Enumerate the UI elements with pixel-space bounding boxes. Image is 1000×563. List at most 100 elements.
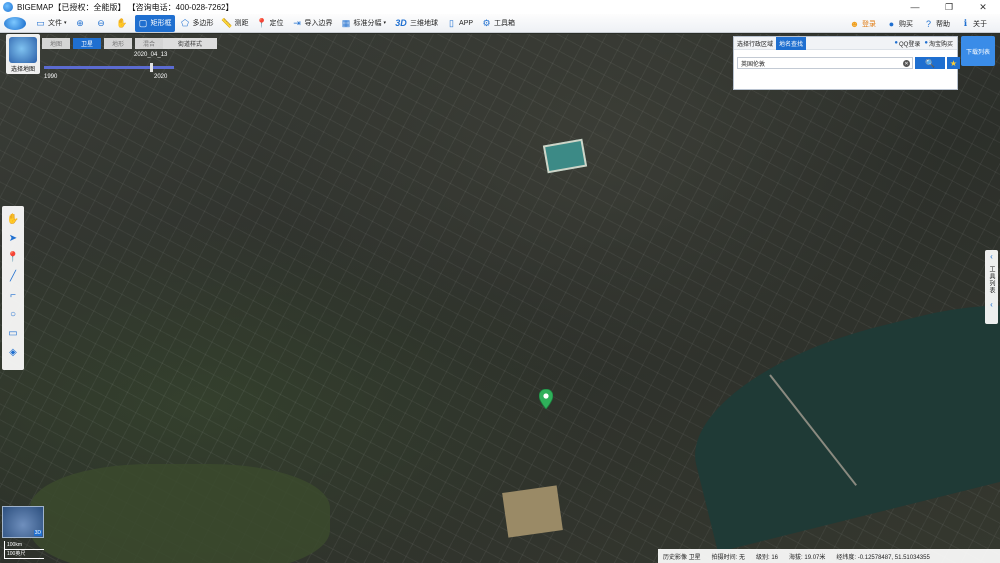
overview-minimap[interactable]: 3D (2, 506, 44, 538)
history-timeline: 2020_04_13 1990 2020 (44, 52, 174, 82)
3d-icon: 3D (395, 18, 407, 28)
import-boundary-label: 导入边界 (304, 20, 333, 27)
file-menu[interactable]: ▭ 文件 ▾ (32, 15, 70, 32)
qq-login-link[interactable]: ● QQ登录 (894, 39, 920, 48)
polyline-tool-icon[interactable]: ⌐ (4, 286, 22, 305)
polygon-button[interactable]: ⬠ 多边形 (177, 15, 217, 32)
layer-selector-label: 选择地图 (10, 67, 35, 73)
map-scale: 100km 100英尺 (4, 541, 44, 559)
search-icon: 🔍 (925, 58, 935, 68)
grid-button[interactable]: ▦ 标准分幅 ▾ (338, 15, 390, 32)
minimap-3d-badge[interactable]: 3D (33, 530, 42, 536)
favorite-button[interactable]: ★ (947, 57, 960, 69)
globe-thumbnail-icon (9, 37, 37, 63)
window-controls: — ❐ ✕ (898, 0, 1000, 14)
taobao-link[interactable]: ● 淘宝购买 (924, 39, 953, 48)
minimize-icon[interactable]: — (898, 0, 932, 14)
ruler-icon: 📏 (221, 17, 233, 28)
pointer-tool-icon[interactable]: ➤ (4, 229, 22, 248)
buy-button[interactable]: ● 购买 (883, 15, 916, 32)
map-parade-ground (502, 485, 563, 538)
info-icon: ℹ (963, 18, 968, 28)
status-lonlat: 经纬度: -0.12578487, 51.51034355 (836, 554, 930, 561)
tab-terrain[interactable]: 地形 (104, 38, 132, 49)
zoom-in-icon: ⊕ (76, 17, 84, 28)
map-river (674, 275, 1000, 553)
marker-tool-icon[interactable]: 📍 (4, 248, 22, 267)
tab-admin-region[interactable]: 选择行政区域 (734, 37, 776, 50)
help-button[interactable]: ? 帮助 (920, 15, 953, 32)
eraser-tool-icon[interactable]: ◈ (4, 343, 22, 362)
search-tabs: 选择行政区域 地名查找 ● QQ登录 ● 淘宝购买 (734, 36, 957, 50)
timeline-slider[interactable] (44, 63, 174, 72)
about-label: 关于 (973, 20, 987, 28)
hand-icon: ✋ (116, 17, 128, 28)
about-button[interactable]: ℹ 关于 (957, 15, 990, 32)
app-button[interactable]: ▯ APP (443, 15, 476, 32)
search-query: 英国伦敦 (741, 61, 766, 68)
toolbox-button[interactable]: ⚙ 工具箱 (478, 15, 518, 32)
folder-icon: ▭ (36, 17, 45, 28)
tab-satellite[interactable]: 卫星 (73, 38, 101, 49)
import-boundary-button[interactable]: ⇥ 导入边界 (289, 15, 336, 32)
tab-map[interactable]: 地图 (42, 38, 70, 49)
status-history[interactable]: 历史影像 卫星 (663, 552, 701, 561)
main-toolbar: ▭ 文件 ▾ ⊕ ⊖ ✋ ▢ 矩形框 ⬠ 多边形 📏 测距 📍 定位 ⇥ 导入边… (0, 14, 1000, 33)
title-bar: BIGEMAP【已授权：全能版】 【咨询电话：400-028-7262】 — ❐… (0, 0, 1000, 14)
polygon-label: 多边形 (192, 20, 214, 27)
rectangle-tool-icon[interactable]: ▭ (4, 324, 22, 343)
globe3d-label: 三维地球 (410, 20, 439, 27)
zoom-in-button[interactable]: ⊕ (72, 15, 91, 32)
import-icon: ⇥ (293, 17, 301, 28)
rect-select-button[interactable]: ▢ 矩形框 (134, 14, 175, 32)
chevron-left-icon[interactable]: ‹ (990, 298, 993, 310)
satellite-map[interactable] (0, 34, 1000, 563)
globe3d-button[interactable]: 3D 三维地球 (391, 15, 441, 32)
zoom-out-icon: ⊖ (97, 17, 105, 28)
login-label: 登录 (862, 20, 876, 28)
line-tool-icon[interactable]: ╱ (4, 267, 22, 286)
grid-icon: ▦ (341, 17, 351, 28)
location-marker-icon[interactable] (539, 389, 553, 409)
tool-list-panel[interactable]: ‹ 工具列表 ‹ (985, 250, 998, 324)
taobao-label: 淘宝购买 (928, 41, 953, 48)
rect-select-label: 矩形框 (150, 20, 172, 27)
file-menu-label: 文件 (48, 20, 62, 27)
login-button[interactable]: ☻ 登录 (846, 15, 879, 32)
search-input[interactable]: 英国伦敦 ✕ (737, 57, 913, 69)
timeline-handle[interactable] (150, 63, 153, 72)
chevron-left-icon[interactable]: ‹ (990, 250, 993, 262)
window-title: BIGEMAP【已授权：全能版】 【咨询电话：400-028-7262】 (17, 2, 234, 12)
timeline-year-end: 2020 (154, 74, 168, 80)
grid-label: 标准分幅 (353, 20, 382, 27)
map-park-area (30, 464, 330, 563)
circle-tool-icon[interactable]: ○ (4, 305, 22, 324)
close-icon[interactable]: ✕ (966, 0, 1000, 14)
measure-button[interactable]: 📏 测距 (219, 15, 252, 32)
zoom-out-button[interactable]: ⊖ (93, 15, 112, 32)
qq-icon: ● (894, 40, 899, 46)
timeline-year-start: 1990 (44, 74, 58, 80)
globe-menu-icon[interactable] (4, 16, 26, 30)
status-bar: 历史影像 卫星 拍摄时间: 无 级别: 16 海拔: 19.07米 经纬度: -… (658, 549, 1000, 563)
tab-hybrid[interactable]: 混合 (135, 38, 163, 49)
download-list-button[interactable]: 下载列表 (961, 36, 995, 66)
hand-tool-icon[interactable]: ✋ (4, 210, 22, 229)
search-button[interactable]: 🔍 (915, 57, 945, 69)
chevron-down-icon: ▾ (383, 20, 387, 26)
map-layer-selector[interactable]: 选择地图 (6, 34, 40, 74)
locate-label: 定位 (269, 20, 284, 27)
help-label: 帮助 (936, 20, 950, 28)
street-style-button[interactable]: 街道样式 (163, 38, 217, 49)
map-courtyard (542, 138, 588, 174)
locate-button[interactable]: 📍 定位 (254, 15, 287, 32)
tab-place-search[interactable]: 地名查找 (776, 36, 807, 50)
maximize-icon[interactable]: ❐ (932, 0, 966, 14)
pan-button[interactable]: ✋ (114, 15, 133, 32)
map-type-tabs: 地图 卫星 地形 混合 (42, 38, 166, 49)
taobao-icon: ● (924, 40, 928, 46)
toolbox-label: 工具箱 (494, 20, 516, 27)
clear-icon[interactable]: ✕ (903, 60, 910, 67)
gear-icon: ⚙ (482, 17, 491, 28)
app-logo-icon (3, 2, 13, 12)
